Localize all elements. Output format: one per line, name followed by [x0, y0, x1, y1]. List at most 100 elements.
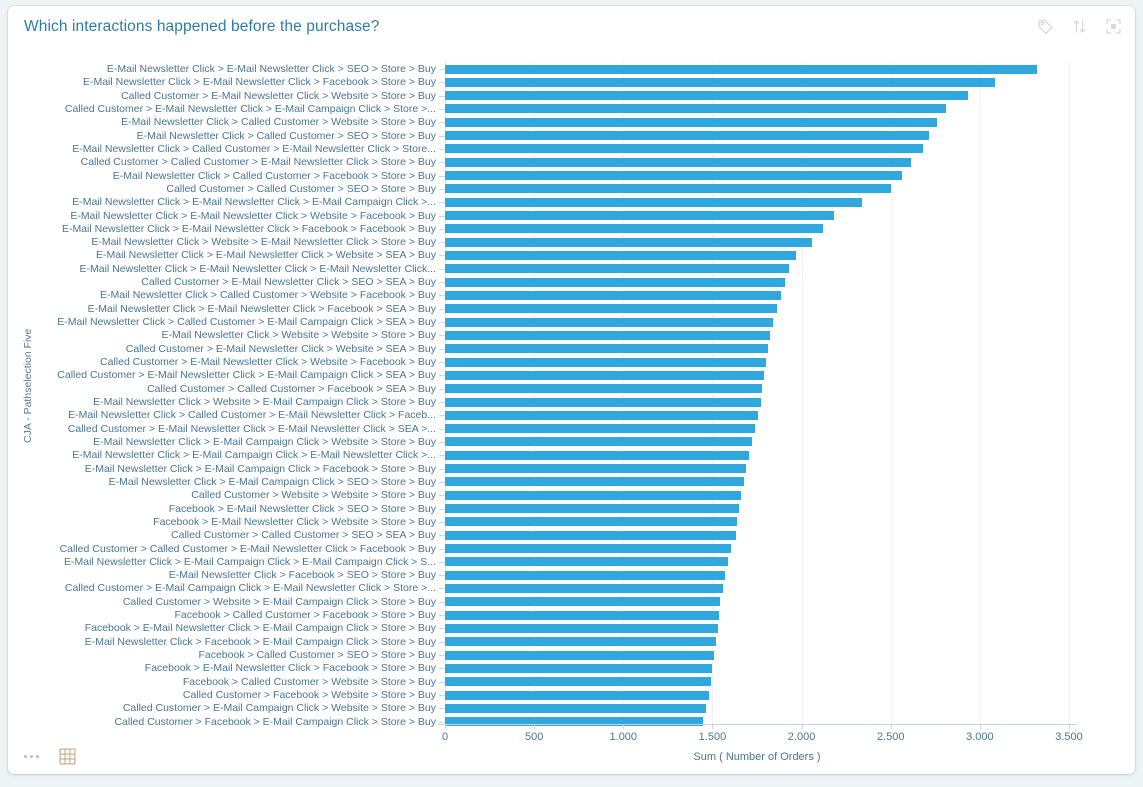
bar[interactable]	[445, 304, 777, 314]
y-axis-category-label[interactable]: Facebook > Called Customer > Website > S…	[38, 676, 436, 688]
y-axis-category-label[interactable]: E-Mail Newsletter Click > Called Custome…	[38, 130, 436, 142]
bar[interactable]	[445, 530, 736, 540]
bar[interactable]	[445, 517, 738, 527]
y-axis-category-label[interactable]: E-Mail Newsletter Click > Called Custome…	[38, 116, 436, 128]
y-axis-category-label[interactable]: E-Mail Newsletter Click > E-Mail Campaig…	[38, 436, 436, 448]
table-view-icon[interactable]	[56, 746, 78, 766]
y-axis-category-label[interactable]: E-Mail Newsletter Click > Called Custome…	[38, 409, 436, 421]
y-axis-category-label[interactable]: E-Mail Newsletter Click > E-Mail Newslet…	[38, 210, 436, 222]
bar[interactable]	[445, 184, 891, 194]
bar[interactable]	[445, 64, 1037, 74]
y-axis-category-label[interactable]: E-Mail Newsletter Click > Called Custome…	[38, 170, 436, 182]
y-axis-category-label[interactable]: Facebook > E-Mail Newsletter Click > Web…	[38, 516, 436, 528]
bar[interactable]	[445, 104, 946, 114]
bar[interactable]	[445, 557, 729, 567]
y-axis-category-label[interactable]: E-Mail Newsletter Click > Website > Webs…	[38, 329, 436, 341]
y-axis-category-label[interactable]: E-Mail Newsletter Click > E-Mail Newslet…	[38, 63, 436, 75]
bar[interactable]	[445, 131, 930, 141]
y-axis-category-label[interactable]: E-Mail Newsletter Click > Called Custome…	[38, 316, 436, 328]
y-axis-category-label[interactable]: E-Mail Newsletter Click > E-Mail Newslet…	[38, 223, 436, 235]
bar[interactable]	[445, 357, 766, 367]
bar[interactable]	[445, 424, 756, 434]
bar[interactable]	[445, 250, 797, 260]
y-axis-category-label[interactable]: Called Customer > Facebook > Website > S…	[38, 689, 436, 701]
y-axis-category-label[interactable]: Called Customer > Website > Website > St…	[38, 489, 436, 501]
bar[interactable]	[445, 477, 744, 487]
y-axis-category-label[interactable]: E-Mail Newsletter Click > E-Mail Newslet…	[38, 303, 436, 315]
bar[interactable]	[445, 610, 719, 620]
bar[interactable]	[445, 91, 969, 101]
bar[interactable]	[445, 264, 790, 274]
y-axis-category-label[interactable]: E-Mail Newsletter Click > Called Custome…	[38, 143, 436, 155]
bar[interactable]	[445, 410, 758, 420]
bar[interactable]	[445, 637, 716, 647]
bar[interactable]	[445, 703, 707, 713]
y-axis-category-label[interactable]: Called Customer > E-Mail Campaign Click …	[38, 582, 436, 594]
y-axis-category-label[interactable]: E-Mail Newsletter Click > Facebook > E-M…	[38, 636, 436, 648]
bar[interactable]	[445, 597, 721, 607]
bar[interactable]	[445, 650, 715, 660]
y-axis-category-label[interactable]: Called Customer > E-Mail Newsletter Clic…	[38, 90, 436, 102]
y-axis-category-label[interactable]: E-Mail Newsletter Click > E-Mail Campaig…	[38, 476, 436, 488]
y-axis-category-label[interactable]: Called Customer > E-Mail Newsletter Clic…	[38, 103, 436, 115]
y-axis-category-label[interactable]: Called Customer > E-Mail Campaign Click …	[38, 702, 436, 714]
more-options-icon[interactable]	[20, 746, 42, 766]
y-axis-category-label[interactable]: Called Customer > Called Customer > E-Ma…	[38, 156, 436, 168]
y-axis-category-label[interactable]: E-Mail Newsletter Click > E-Mail Campaig…	[38, 449, 436, 461]
bar[interactable]	[445, 397, 761, 407]
bar[interactable]	[445, 224, 823, 234]
y-axis-category-label[interactable]: Facebook > E-Mail Newsletter Click > SEO…	[38, 503, 436, 515]
bar[interactable]	[445, 117, 938, 127]
bar[interactable]	[445, 144, 923, 154]
bar[interactable]	[445, 384, 763, 394]
y-axis-category-label[interactable]: Called Customer > Facebook > E-Mail Camp…	[38, 716, 436, 728]
bar[interactable]	[445, 663, 713, 673]
y-axis-category-label[interactable]: E-Mail Newsletter Click > E-Mail Newslet…	[38, 196, 436, 208]
y-axis-category-label[interactable]: Called Customer > Called Customer > SEO …	[38, 183, 436, 195]
y-axis-category-label[interactable]: Facebook > E-Mail Newsletter Click > E-M…	[38, 622, 436, 634]
y-axis-category-label[interactable]: E-Mail Newsletter Click > E-Mail Campaig…	[38, 463, 436, 475]
bar[interactable]	[445, 290, 782, 300]
bar[interactable]	[445, 583, 724, 593]
bar[interactable]	[445, 570, 725, 580]
y-axis-category-label[interactable]: E-Mail Newsletter Click > Called Custome…	[38, 289, 436, 301]
bar[interactable]	[445, 197, 863, 207]
y-axis-category-label[interactable]: Called Customer > Called Customer > E-Ma…	[38, 543, 436, 555]
y-axis-category-label[interactable]: E-Mail Newsletter Click > E-Mail Newslet…	[38, 76, 436, 88]
bar[interactable]	[445, 330, 771, 340]
y-axis-category-label[interactable]: Called Customer > E-Mail Newsletter Clic…	[38, 369, 436, 381]
y-axis-category-label[interactable]: Called Customer > Called Customer > Face…	[38, 383, 436, 395]
bar[interactable]	[445, 450, 749, 460]
y-axis-category-label[interactable]: E-Mail Newsletter Click > Facebook > SEO…	[38, 569, 436, 581]
bar[interactable]	[445, 370, 765, 380]
y-axis-category-label[interactable]: E-Mail Newsletter Click > Website > E-Ma…	[38, 396, 436, 408]
y-axis-category-label[interactable]: Called Customer > E-Mail Newsletter Clic…	[38, 343, 436, 355]
y-axis-category-label[interactable]: E-Mail Newsletter Click > Website > E-Ma…	[38, 236, 436, 248]
y-axis-category-label[interactable]: Called Customer > E-Mail Newsletter Clic…	[38, 356, 436, 368]
y-axis-category-label[interactable]: Facebook > Called Customer > Facebook > …	[38, 609, 436, 621]
bar[interactable]	[445, 171, 903, 181]
y-axis-category-label[interactable]: E-Mail Newsletter Click > E-Mail Newslet…	[38, 249, 436, 261]
bar[interactable]	[445, 690, 709, 700]
bar[interactable]	[445, 464, 747, 474]
bar[interactable]	[445, 277, 785, 287]
bar[interactable]	[445, 77, 995, 87]
bar[interactable]	[445, 490, 741, 500]
y-axis-category-label[interactable]: Called Customer > Website > E-Mail Campa…	[38, 596, 436, 608]
bar[interactable]	[445, 437, 752, 447]
y-axis-category-label[interactable]: E-Mail Newsletter Click > E-Mail Campaig…	[38, 556, 436, 568]
y-axis-category-label[interactable]: E-Mail Newsletter Click > E-Mail Newslet…	[38, 263, 436, 275]
y-axis-category-label[interactable]: Called Customer > E-Mail Newsletter Clic…	[38, 276, 436, 288]
bar[interactable]	[445, 504, 740, 514]
y-axis-category-label[interactable]: Called Customer > E-Mail Newsletter Clic…	[38, 423, 436, 435]
y-axis-category-label[interactable]: Called Customer > Called Customer > SEO …	[38, 529, 436, 541]
y-axis-category-label[interactable]: Facebook > E-Mail Newsletter Click > Fac…	[38, 662, 436, 674]
y-axis-category-label[interactable]: Facebook > Called Customer > SEO > Store…	[38, 649, 436, 661]
bar[interactable]	[445, 344, 768, 354]
bar[interactable]	[445, 623, 718, 633]
bar[interactable]	[445, 157, 912, 167]
bar[interactable]	[445, 544, 732, 554]
bar[interactable]	[445, 677, 711, 687]
bar[interactable]	[445, 211, 834, 221]
bar[interactable]	[445, 237, 813, 247]
